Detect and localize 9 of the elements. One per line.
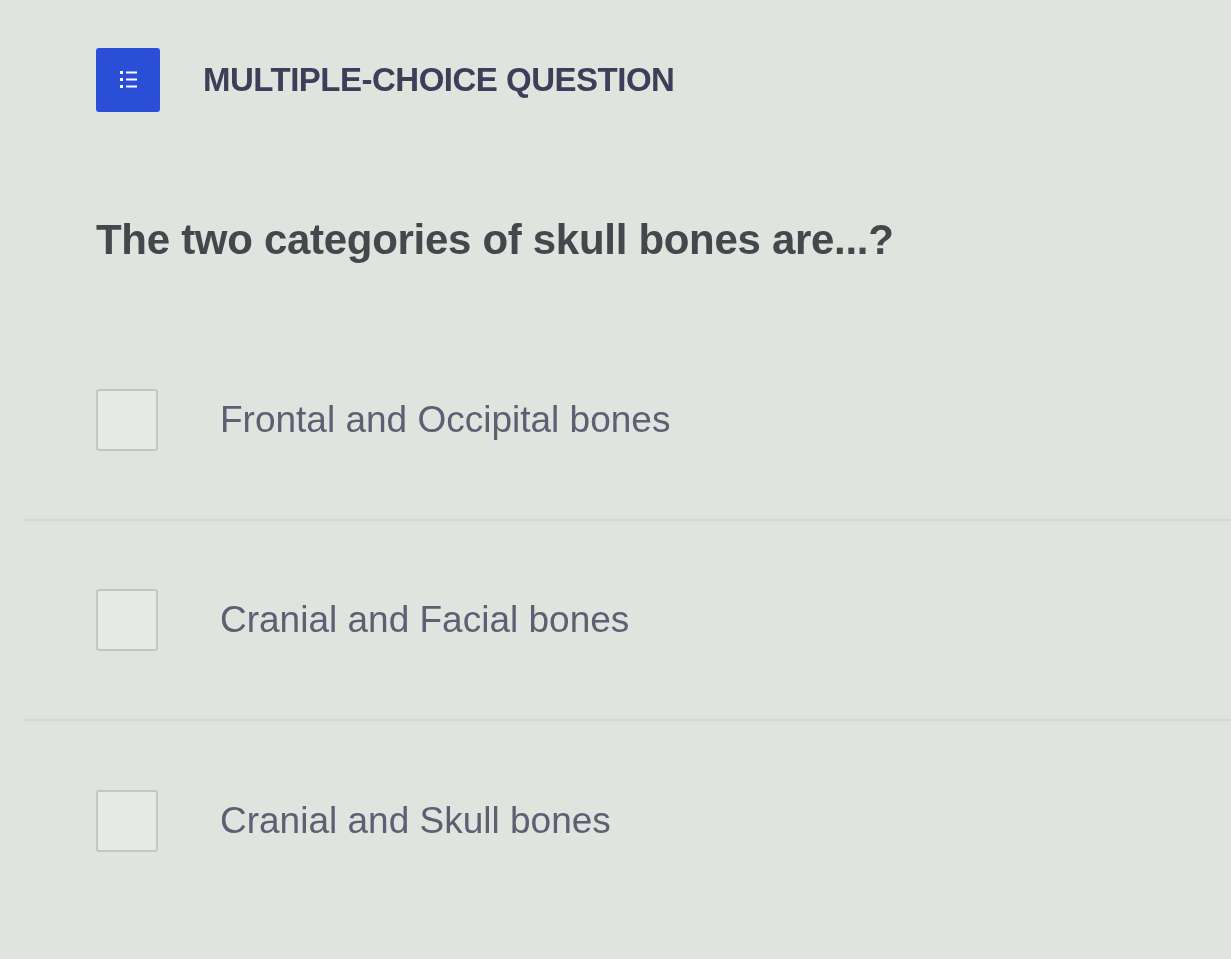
checkbox[interactable] bbox=[96, 589, 158, 651]
list-icon bbox=[96, 48, 160, 112]
option-label[interactable]: Cranial and Facial bones bbox=[220, 592, 630, 648]
option-label[interactable]: Cranial and Skull bones bbox=[220, 793, 611, 849]
checkbox[interactable] bbox=[96, 790, 158, 852]
checkbox[interactable] bbox=[96, 389, 158, 451]
question-text: The two categories of skull bones are...? bbox=[96, 215, 894, 265]
question-type-title: MULTIPLE-CHOICE QUESTION bbox=[203, 60, 675, 101]
option-label[interactable]: Frontal and Occipital bones bbox=[220, 392, 671, 448]
